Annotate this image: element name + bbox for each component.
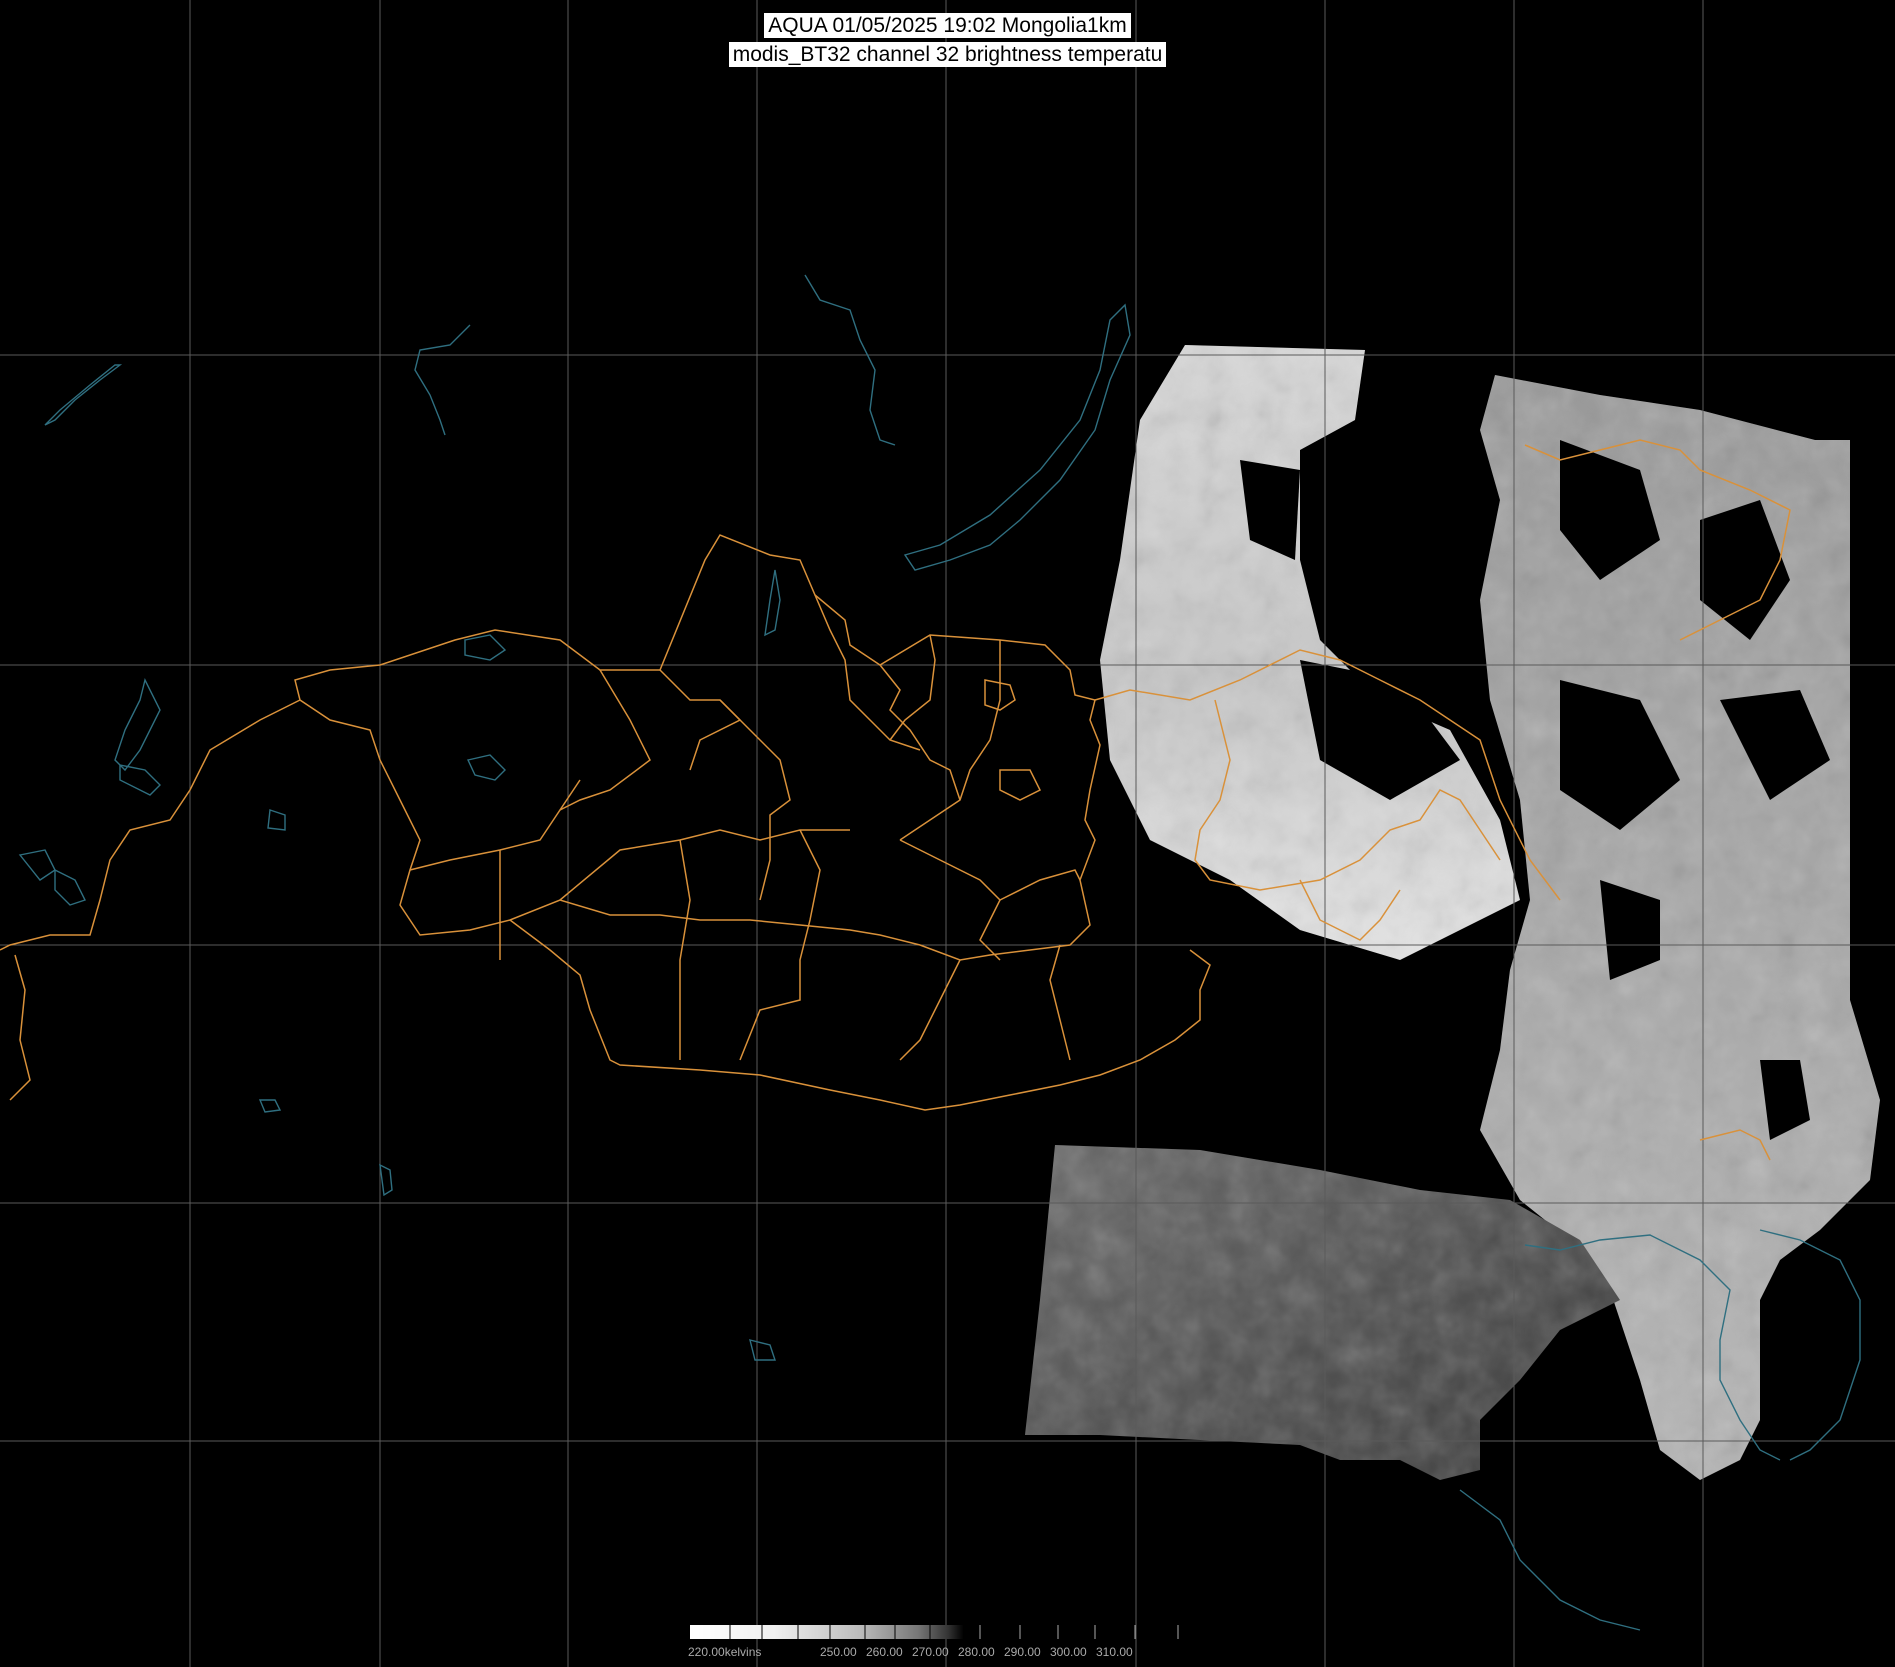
lake-south-3	[749, 1339, 776, 1361]
province-line-13	[899, 839, 1001, 961]
province-line-2	[659, 669, 742, 771]
mongolia-south-border	[509, 919, 1211, 1111]
color-legend: 220.00kelvins 250.00 260.00 270.00 280.0…	[688, 1625, 1200, 1665]
legend-label-270: 270.00	[912, 1645, 949, 1659]
province-line-7	[899, 640, 1001, 841]
lake-south-2	[379, 1163, 393, 1197]
legend-label-280: 280.00	[958, 1645, 995, 1659]
river-north	[804, 274, 896, 446]
china-south-coast	[1459, 1489, 1641, 1631]
province-line-5	[879, 664, 961, 801]
imagery-swath	[1025, 345, 1880, 1480]
lake-west-4	[18, 849, 56, 881]
province-line-3	[719, 699, 791, 901]
province-line-11	[679, 839, 691, 1060]
title-line-1-container: AQUA 01/05/2025 19:02 Mongolia1km	[0, 13, 1895, 38]
west-border	[0, 699, 301, 951]
legend-label-300: 300.00	[1050, 1645, 1087, 1659]
title-line-1: AQUA 01/05/2025 19:02 Mongolia1km	[764, 13, 1131, 38]
province-inset-2	[999, 769, 1042, 801]
legend-label-290: 290.00	[1004, 1645, 1041, 1659]
river-west	[414, 324, 471, 436]
province-line-6	[889, 634, 936, 741]
title-line-2-container: modis_BT32 channel 32 brightness tempera…	[0, 42, 1895, 67]
legend-colorbar	[690, 1625, 1179, 1639]
lake-south-1	[258, 1099, 282, 1113]
lake-baikal	[903, 303, 1131, 571]
lake-west-5	[54, 868, 86, 906]
legend-label-220: 220.00kelvins	[688, 1645, 762, 1659]
legend-label-250: 250.00	[820, 1645, 857, 1659]
province-line-10	[559, 829, 850, 901]
province-line-16	[1049, 944, 1071, 1061]
title-line-2: modis_BT32 channel 32 brightness tempera…	[728, 42, 1167, 67]
lake-khyargas	[466, 754, 506, 781]
province-line-14	[999, 869, 1081, 901]
province-line-4	[814, 594, 921, 751]
legend-label-310: 310.00	[1096, 1645, 1133, 1659]
kazakh-border	[9, 954, 31, 1101]
lake-uvs	[464, 634, 507, 661]
lake-west-2	[114, 677, 161, 772]
satellite-map	[0, 0, 1895, 1667]
lake-kazakh	[267, 809, 286, 831]
lake-khovsgol	[764, 569, 781, 637]
legend-label-260: 260.00	[866, 1645, 903, 1659]
province-line-15	[899, 959, 961, 1061]
province-line-8	[409, 779, 581, 871]
lake-west-1	[44, 364, 123, 426]
